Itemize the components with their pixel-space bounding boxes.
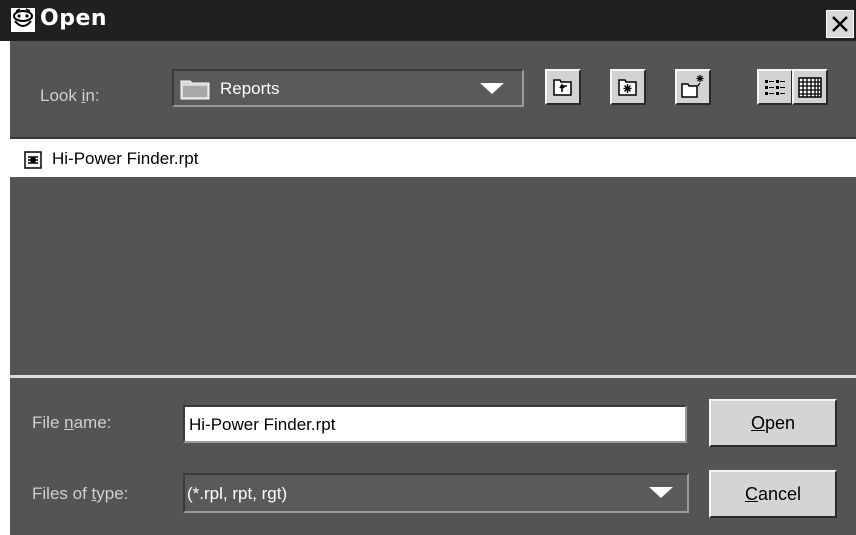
files-of-type-value: (*.rpl, rpt, rgt) [187,484,288,503]
cancel-button[interactable]: Cancel [709,470,837,518]
file-name: Hi-Power Finder.rpt [52,149,199,168]
open-button[interactable]: Open [709,399,837,447]
up-one-level-icon [553,79,572,96]
look-in-value: Reports [220,79,280,98]
folder-icon [180,80,210,100]
close-icon [832,16,848,32]
open-dialog: Open Look in: Reports Hi-Power Finder.rp… [0,0,856,535]
look-in-combobox[interactable]: Reports [172,69,524,107]
chevron-down-icon[interactable] [649,487,673,498]
title-bar[interactable]: Open [0,0,856,41]
file-list[interactable]: Hi-Power Finder.rpt [10,137,856,377]
close-button[interactable] [826,10,854,38]
dialog-body: Look in: Reports Hi-Power Finder.rpt Fil… [10,41,856,535]
file-name-label: File name: [32,413,112,432]
file-name-input[interactable] [189,413,679,437]
chevron-down-icon[interactable] [480,83,504,94]
window-title: Open [40,6,108,31]
list-view-button[interactable] [757,69,793,105]
details-view-icon [798,77,822,98]
new-folder-icon [681,75,704,98]
report-file-icon [24,151,42,169]
files-of-type-combobox[interactable]: (*.rpl, rpt, rgt) [183,473,689,513]
details-view-button[interactable] [792,69,828,105]
file-name-field[interactable] [183,405,687,443]
home-icon [618,79,637,96]
look-in-label: Look in: [40,86,100,105]
up-one-level-button[interactable] [545,69,581,105]
new-folder-button[interactable] [675,69,711,105]
divider [10,375,856,378]
list-item[interactable]: Hi-Power Finder.rpt [10,139,856,177]
files-of-type-label: Files of type: [32,484,129,503]
list-view-icon [765,80,785,95]
app-icon [11,8,35,32]
home-button[interactable] [610,69,646,105]
